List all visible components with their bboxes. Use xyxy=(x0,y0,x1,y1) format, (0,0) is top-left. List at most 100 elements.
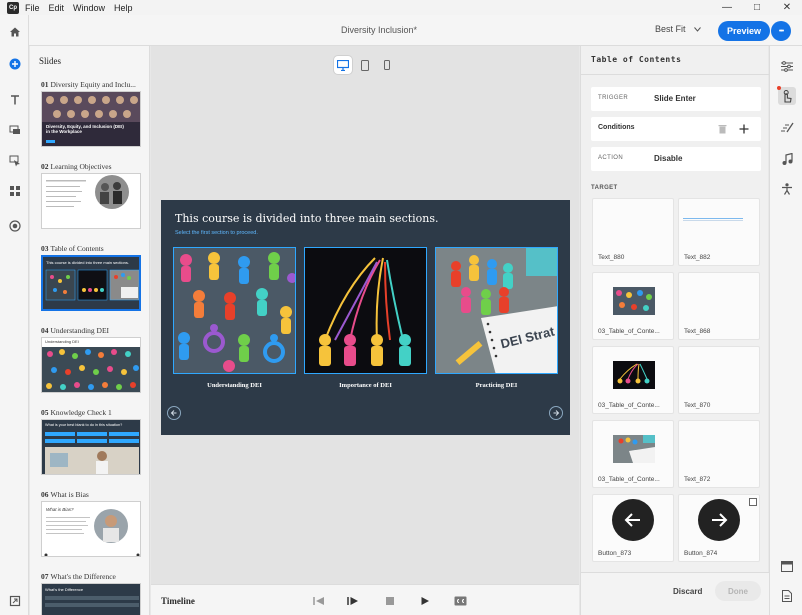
target-tile[interactable]: 03_Table_of_Conte... xyxy=(592,346,674,414)
properties-sliders-icon[interactable] xyxy=(778,57,796,75)
export-icon[interactable] xyxy=(0,590,29,612)
add-icon[interactable] xyxy=(0,53,29,75)
menu-bar: Cp File Edit Window Help — □ ✕ xyxy=(0,0,802,15)
media-icon[interactable] xyxy=(0,119,29,141)
play-from-start-icon[interactable] xyxy=(346,594,360,608)
slide-thumb-title: What is Bias? xyxy=(46,507,74,512)
slide-item-2[interactable]: 02 Learning Objectives xyxy=(41,162,141,229)
slide-label: 01 Diversity Equity and Inclu... xyxy=(41,80,136,89)
timeline-label[interactable]: Timeline xyxy=(161,596,195,606)
menu-help[interactable]: Help xyxy=(114,3,133,13)
accessibility-icon[interactable] xyxy=(778,180,796,198)
slide-item-1[interactable]: 01 Diversity Equity and Inclu... Diversit… xyxy=(41,80,141,147)
dei-strategy-image xyxy=(436,248,557,373)
slide-thumbnail: What's the Difference xyxy=(41,583,141,615)
closed-captions-icon[interactable] xyxy=(453,594,467,608)
target-tile[interactable]: Text_882 xyxy=(678,198,760,266)
done-button[interactable]: Done xyxy=(715,581,761,601)
trigger-row[interactable]: TRIGGER Slide Enter xyxy=(591,87,761,111)
stage-subheading: Select the first section to proceed. xyxy=(175,230,258,236)
target-tile[interactable]: Text_868 xyxy=(678,272,760,340)
target-tile[interactable]: 03_Table_of_Conte... xyxy=(592,420,674,488)
action-value: Disable xyxy=(654,154,683,163)
mobile-view-icon[interactable] xyxy=(378,56,396,74)
target-name: 03_Table_of_Conte... xyxy=(598,328,660,335)
discard-button[interactable]: Discard xyxy=(673,587,702,596)
home-icon[interactable] xyxy=(0,21,29,43)
tablet-view-icon[interactable] xyxy=(356,56,374,74)
target-tile[interactable]: Button_873 xyxy=(592,494,674,562)
slide-item-3[interactable]: 03 Table of Contents This course is divid… xyxy=(41,244,141,311)
slide-label: 04 Understanding DEI xyxy=(41,326,110,335)
slide-item-4[interactable]: 04 Understanding DEI Understanding DEI xyxy=(41,326,141,393)
menu-edit[interactable]: Edit xyxy=(49,3,65,13)
minimize-button[interactable]: — xyxy=(712,0,742,15)
slide-thumbnail: Diversity, Equity, and Inclusion (DEI) i… xyxy=(41,91,141,147)
next-slide-button[interactable] xyxy=(549,406,563,420)
slide-thumbnail xyxy=(41,173,141,229)
action-row[interactable]: ACTION Disable xyxy=(591,147,761,171)
menu-file[interactable]: File xyxy=(25,3,40,13)
target-tile[interactable]: 03_Table_of_Conte... xyxy=(592,272,674,340)
panel-layout-icon[interactable] xyxy=(778,557,796,575)
arrow-right-icon xyxy=(553,410,560,416)
target-tile[interactable]: Text_870 xyxy=(678,346,760,414)
slide-thumb-title: What's the Difference xyxy=(45,587,84,592)
slide-label: 03 Table of Contents xyxy=(41,244,104,253)
slide-item-6[interactable]: 06 What is Bias What is Bias? xyxy=(41,490,141,557)
add-condition-icon[interactable] xyxy=(739,124,749,134)
menu-window[interactable]: Window xyxy=(73,3,105,13)
target-label: TARGET xyxy=(591,185,618,191)
text-icon[interactable] xyxy=(0,89,29,111)
target-name: 03_Table_of_Conte... xyxy=(598,476,660,483)
colorful-figures-image xyxy=(174,248,295,373)
slide-label: 05 Knowledge Check 1 xyxy=(41,408,112,417)
slides-panel-title: Slides xyxy=(39,56,62,66)
conditions-row: Conditions xyxy=(591,117,761,141)
device-toggle xyxy=(332,54,398,76)
document-icon[interactable] xyxy=(778,587,796,605)
target-tile[interactable]: Button_874 xyxy=(678,494,760,562)
target-tile[interactable]: Text_872 xyxy=(678,420,760,488)
play-icon[interactable] xyxy=(418,594,432,608)
target-name: 03_Table_of_Conte... xyxy=(598,402,660,409)
section-card-importance[interactable] xyxy=(304,247,427,374)
interaction-icon[interactable] xyxy=(0,150,29,172)
figures-arrows-image xyxy=(305,248,426,373)
properties-title: Table of Contents xyxy=(591,55,682,64)
slide-item-5[interactable]: 05 Knowledge Check 1 What is your best bl… xyxy=(41,408,141,475)
prev-slide-button[interactable] xyxy=(167,406,181,420)
zoom-fit-dropdown[interactable]: Best Fit xyxy=(655,24,701,34)
preview-button[interactable]: Preview xyxy=(718,21,770,41)
record-icon[interactable] xyxy=(0,215,29,237)
conditions-label: Conditions xyxy=(598,124,635,131)
right-icon-rail xyxy=(769,46,802,615)
section-card-practicing[interactable]: DEI Strat xyxy=(435,247,558,374)
animation-icon[interactable] xyxy=(778,118,796,136)
title-bar: Diversity Inclusion* Best Fit Preview ••… xyxy=(29,15,802,46)
slide-thumbnail: What is Bias? xyxy=(41,501,141,557)
target-name: Button_874 xyxy=(684,550,718,557)
select-checkbox[interactable] xyxy=(749,498,757,506)
slide-thumbnail: What is your best blank to do in this si… xyxy=(41,419,141,475)
maximize-button[interactable]: □ xyxy=(742,0,772,15)
target-name: Text_882 xyxy=(684,254,711,261)
slide-item-7[interactable]: 07 What's the Difference What's the Diffe… xyxy=(41,572,141,615)
interactions-icon[interactable] xyxy=(777,86,796,105)
desktop-view-icon[interactable] xyxy=(334,56,352,74)
text-preview xyxy=(683,218,743,221)
slide-thumbnail: Understanding DEI xyxy=(41,337,141,393)
more-options-button[interactable]: ••• xyxy=(771,21,791,41)
divider xyxy=(581,74,769,75)
left-toolbar xyxy=(0,15,29,615)
rewind-icon[interactable] xyxy=(312,594,326,608)
delete-icon[interactable] xyxy=(718,124,727,134)
close-button[interactable]: ✕ xyxy=(772,0,802,15)
audio-icon[interactable] xyxy=(778,150,796,168)
widgets-icon[interactable] xyxy=(0,180,29,202)
section-card-understanding[interactable] xyxy=(173,247,296,374)
target-tile[interactable]: Text_880 xyxy=(592,198,674,266)
notification-dot xyxy=(777,86,781,90)
stop-icon[interactable] xyxy=(383,594,397,608)
target-name: Text_870 xyxy=(684,402,711,409)
